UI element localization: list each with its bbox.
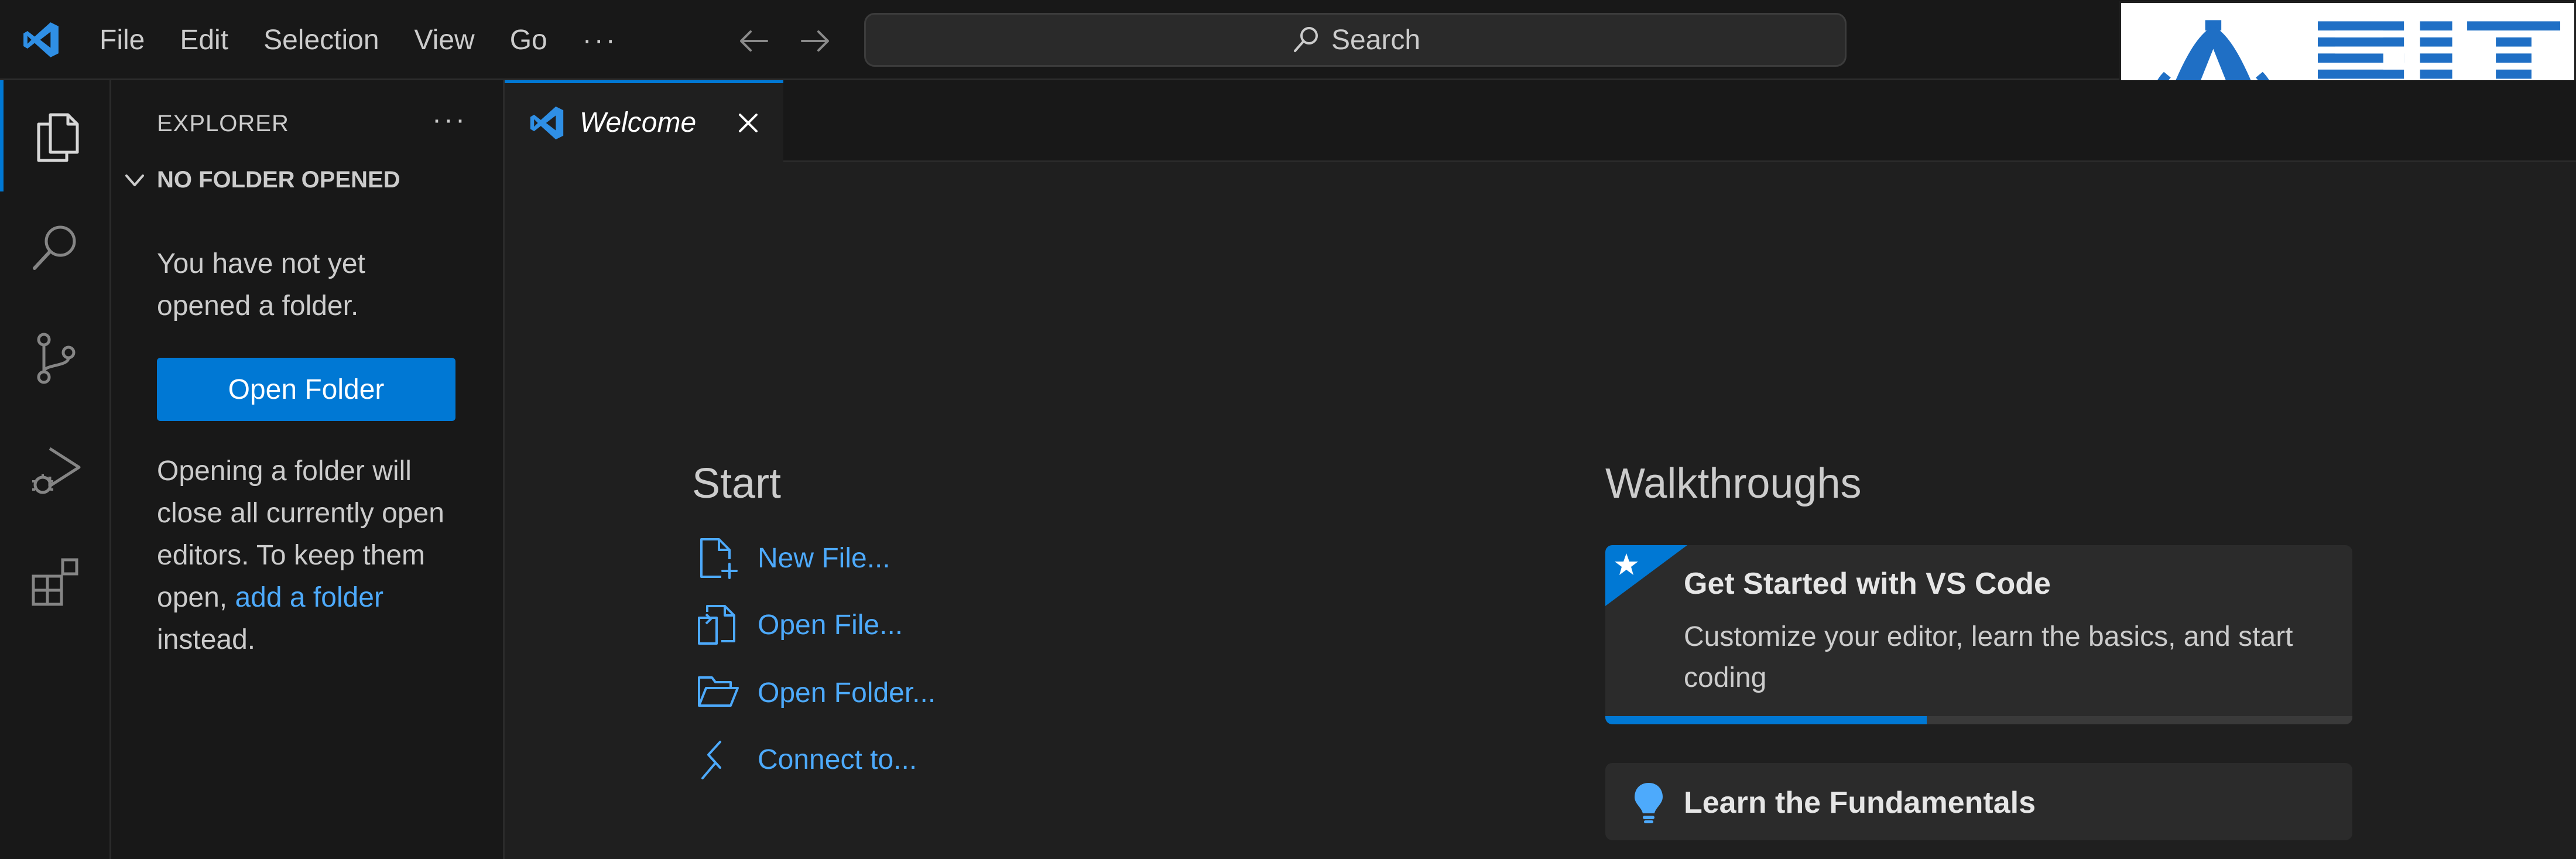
no-folder-message: You have not yet opened a folder. bbox=[157, 248, 365, 321]
menu-go[interactable]: Go bbox=[492, 0, 565, 80]
files-icon bbox=[37, 113, 79, 162]
sidebar-title: EXPLORER bbox=[157, 111, 289, 136]
new-file-icon bbox=[700, 538, 738, 579]
explorer-sidebar: EXPLORER ··· NO FOLDER OPENED You have n… bbox=[111, 80, 505, 859]
activity-bar bbox=[0, 80, 111, 859]
new-file-link[interactable]: New File... bbox=[696, 536, 890, 580]
editor-tab-bar: Welcome bbox=[505, 80, 2576, 162]
remote-connect-icon bbox=[701, 741, 721, 779]
activity-explorer[interactable] bbox=[0, 80, 111, 191]
open-file-label: Open File... bbox=[758, 609, 903, 641]
forward-arrow-icon[interactable] bbox=[797, 23, 833, 59]
lightbulb-icon bbox=[1635, 783, 1663, 823]
walkthrough-get-started[interactable]: Get Started with VS Code Customize your … bbox=[1605, 545, 2352, 724]
open-folder-label: Open Folder... bbox=[758, 677, 936, 709]
folder-open-icon bbox=[698, 676, 739, 707]
extensions-icon bbox=[32, 558, 78, 606]
connect-to-link[interactable]: Connect to... bbox=[696, 737, 917, 782]
activity-run-debug[interactable] bbox=[0, 414, 111, 525]
search-icon bbox=[1293, 27, 1318, 52]
tab-label: Welcome bbox=[580, 107, 697, 138]
run-debug-icon bbox=[32, 447, 81, 494]
walkthrough-progress bbox=[1605, 716, 2352, 724]
tab-welcome[interactable]: Welcome bbox=[505, 80, 783, 162]
add-folder-link[interactable]: add a folder bbox=[235, 582, 383, 613]
walkthroughs-heading: Walkthroughs bbox=[1605, 460, 1862, 507]
sidebar-more-button[interactable]: ··· bbox=[432, 104, 467, 136]
open-file-link[interactable]: Open File... bbox=[696, 603, 903, 647]
menu-edit[interactable]: Edit bbox=[162, 0, 246, 80]
walkthrough-title: Get Started with VS Code bbox=[1684, 567, 2051, 601]
open-folder-button[interactable]: Open Folder bbox=[157, 358, 455, 421]
walkthrough-description: Customize your editor, learn the basics,… bbox=[1684, 621, 2293, 693]
menu-bar: File Edit Selection View Go ··· bbox=[82, 0, 635, 80]
no-folder-section-header[interactable]: NO FOLDER OPENED bbox=[122, 167, 400, 193]
connect-to-label: Connect to... bbox=[758, 744, 917, 775]
command-center-search[interactable]: Search bbox=[864, 13, 1847, 67]
search-label: Search bbox=[1331, 24, 1421, 56]
activity-search[interactable] bbox=[0, 191, 111, 303]
featured-star-icon bbox=[1605, 545, 1687, 606]
menu-selection[interactable]: Selection bbox=[246, 0, 396, 80]
open-file-icon bbox=[698, 605, 735, 645]
new-file-label: New File... bbox=[758, 542, 890, 574]
vscode-logo-icon bbox=[530, 106, 564, 139]
vscode-logo-icon bbox=[23, 22, 59, 57]
activity-source-control[interactable] bbox=[0, 303, 111, 414]
menu-more-button[interactable]: ··· bbox=[565, 24, 635, 56]
source-control-icon bbox=[37, 333, 76, 384]
walkthrough-title: Learn the Fundamentals bbox=[1684, 786, 2036, 820]
section-label: NO FOLDER OPENED bbox=[157, 167, 400, 193]
hint-text-post: instead. bbox=[157, 624, 256, 655]
start-heading: Start bbox=[692, 460, 782, 507]
walkthrough-progress-fill bbox=[1605, 716, 1927, 724]
open-folder-hint: Opening a folder will close all currentl… bbox=[157, 450, 461, 661]
open-folder-link[interactable]: Open Folder... bbox=[696, 670, 936, 715]
menu-file[interactable]: File bbox=[82, 0, 162, 80]
close-icon[interactable] bbox=[732, 107, 765, 139]
welcome-page: Start New File... Open File... Open Fold… bbox=[505, 162, 2576, 859]
back-arrow-icon[interactable] bbox=[737, 23, 772, 59]
search-icon bbox=[33, 225, 76, 270]
walkthrough-learn-fundamentals[interactable]: Learn the Fundamentals bbox=[1605, 763, 2352, 840]
chevron-down-icon bbox=[125, 174, 144, 186]
menu-view[interactable]: View bbox=[397, 0, 492, 80]
activity-extensions[interactable] bbox=[0, 525, 111, 636]
